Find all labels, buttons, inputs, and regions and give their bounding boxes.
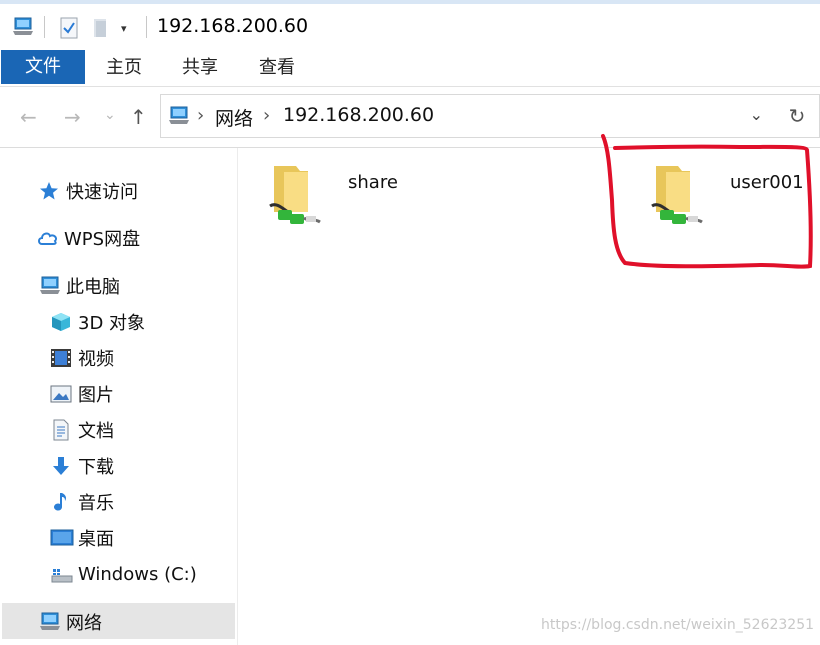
cube-icon (50, 311, 72, 333)
tab-file[interactable]: 文件 (1, 50, 85, 84)
watermark-text: https://blog.csdn.net/weixin_52623251 (541, 617, 815, 633)
sidebar-item-label: 视频 (78, 349, 114, 370)
network-icon (38, 611, 60, 633)
sidebar-item-label: 此电脑 (66, 277, 120, 298)
navigation-bar: ← → ⌄ ↑ › 网络 › 192.168.200.60 ⌄ ↻ (0, 87, 820, 148)
address-dropdown-chevron-icon[interactable]: ⌄ (750, 105, 763, 124)
file-list: share user001 (238, 148, 820, 645)
toolbar-separator (44, 16, 45, 38)
computer-icon (38, 275, 60, 297)
forward-arrow-icon[interactable]: → (64, 105, 81, 129)
sidebar-item-label: 快速访问 (66, 182, 138, 203)
customize-toolbar-dropdown[interactable]: ▾ (121, 22, 127, 35)
sidebar-item-quick-access[interactable]: 快速访问 (38, 175, 138, 207)
sidebar-item-videos[interactable]: 视频 (50, 342, 114, 374)
navigation-pane: 快速访问 WPS网盘 此电脑 3D 对象 视频 图片 文档 下载 音乐 桌面 W… (0, 148, 238, 645)
sidebar-item-label: 网络 (66, 613, 102, 634)
tab-home[interactable]: 主页 (106, 50, 142, 84)
sidebar-item-3d-objects[interactable]: 3D 对象 (50, 306, 145, 338)
breadcrumb-network[interactable]: 网络 (215, 104, 253, 131)
star-icon (38, 180, 60, 202)
title-bar: ▾ 192.168.200.60 (0, 4, 820, 46)
sidebar-item-label: 3D 对象 (78, 313, 146, 334)
sidebar-item-this-pc[interactable]: 此电脑 (38, 270, 120, 302)
sidebar-item-label: WPS网盘 (64, 229, 141, 250)
cloud-icon (36, 227, 58, 249)
toolbar-separator (146, 16, 147, 38)
sidebar-item-label: 桌面 (78, 529, 114, 550)
chevron-right-icon[interactable]: › (197, 105, 204, 126)
desktop-icon (50, 527, 74, 549)
sidebar-item-network[interactable]: 网络 (38, 606, 102, 638)
sidebar-item-label: 文档 (78, 421, 114, 442)
back-arrow-icon[interactable]: ← (20, 105, 37, 129)
shared-folder-item[interactable]: user001 (648, 162, 813, 232)
sidebar-item-label: 音乐 (78, 493, 114, 514)
drive-icon (50, 563, 73, 585)
tab-view[interactable]: 查看 (259, 50, 295, 84)
picture-icon (50, 383, 72, 405)
selected-item-highlight (2, 603, 235, 639)
up-arrow-icon[interactable]: ↑ (130, 105, 147, 129)
sidebar-item-label: Windows (C:) (78, 563, 197, 585)
breadcrumb-host[interactable]: 192.168.200.60 (283, 104, 434, 126)
new-folder-icon[interactable] (92, 17, 110, 43)
sidebar-item-windows-drive[interactable]: Windows (C:) (50, 558, 197, 590)
download-arrow-icon (50, 455, 72, 477)
computer-icon[interactable] (11, 16, 35, 42)
chevron-right-icon[interactable]: › (263, 105, 270, 126)
ribbon-tabs: 文件 主页 共享 查看 (0, 50, 820, 87)
tab-share[interactable]: 共享 (182, 50, 218, 84)
sidebar-item-label: 下载 (78, 457, 114, 478)
properties-icon[interactable] (60, 17, 78, 43)
sidebar-item-music[interactable]: 音乐 (50, 486, 114, 518)
folder-name: user001 (730, 172, 804, 193)
sidebar-item-pictures[interactable]: 图片 (50, 378, 114, 410)
address-bar[interactable]: › 网络 › 192.168.200.60 ⌄ (160, 94, 776, 138)
network-location-icon (167, 105, 191, 131)
refresh-button[interactable]: ↻ (775, 94, 820, 138)
sidebar-item-documents[interactable]: 文档 (50, 414, 114, 446)
shared-folder-icon (266, 162, 324, 234)
sidebar-item-downloads[interactable]: 下载 (50, 450, 114, 482)
document-icon (50, 419, 72, 441)
recent-locations-chevron-icon[interactable]: ⌄ (104, 107, 116, 123)
window-title: 192.168.200.60 (157, 15, 309, 37)
sidebar-item-label: 图片 (78, 385, 114, 406)
shared-folder-item[interactable]: share (266, 162, 406, 232)
shared-folder-icon (648, 162, 706, 234)
sidebar-item-wps[interactable]: WPS网盘 (36, 222, 140, 254)
music-note-icon (50, 491, 72, 513)
folder-name: share (348, 172, 398, 193)
film-icon (50, 347, 72, 369)
sidebar-item-desktop[interactable]: 桌面 (50, 522, 114, 554)
